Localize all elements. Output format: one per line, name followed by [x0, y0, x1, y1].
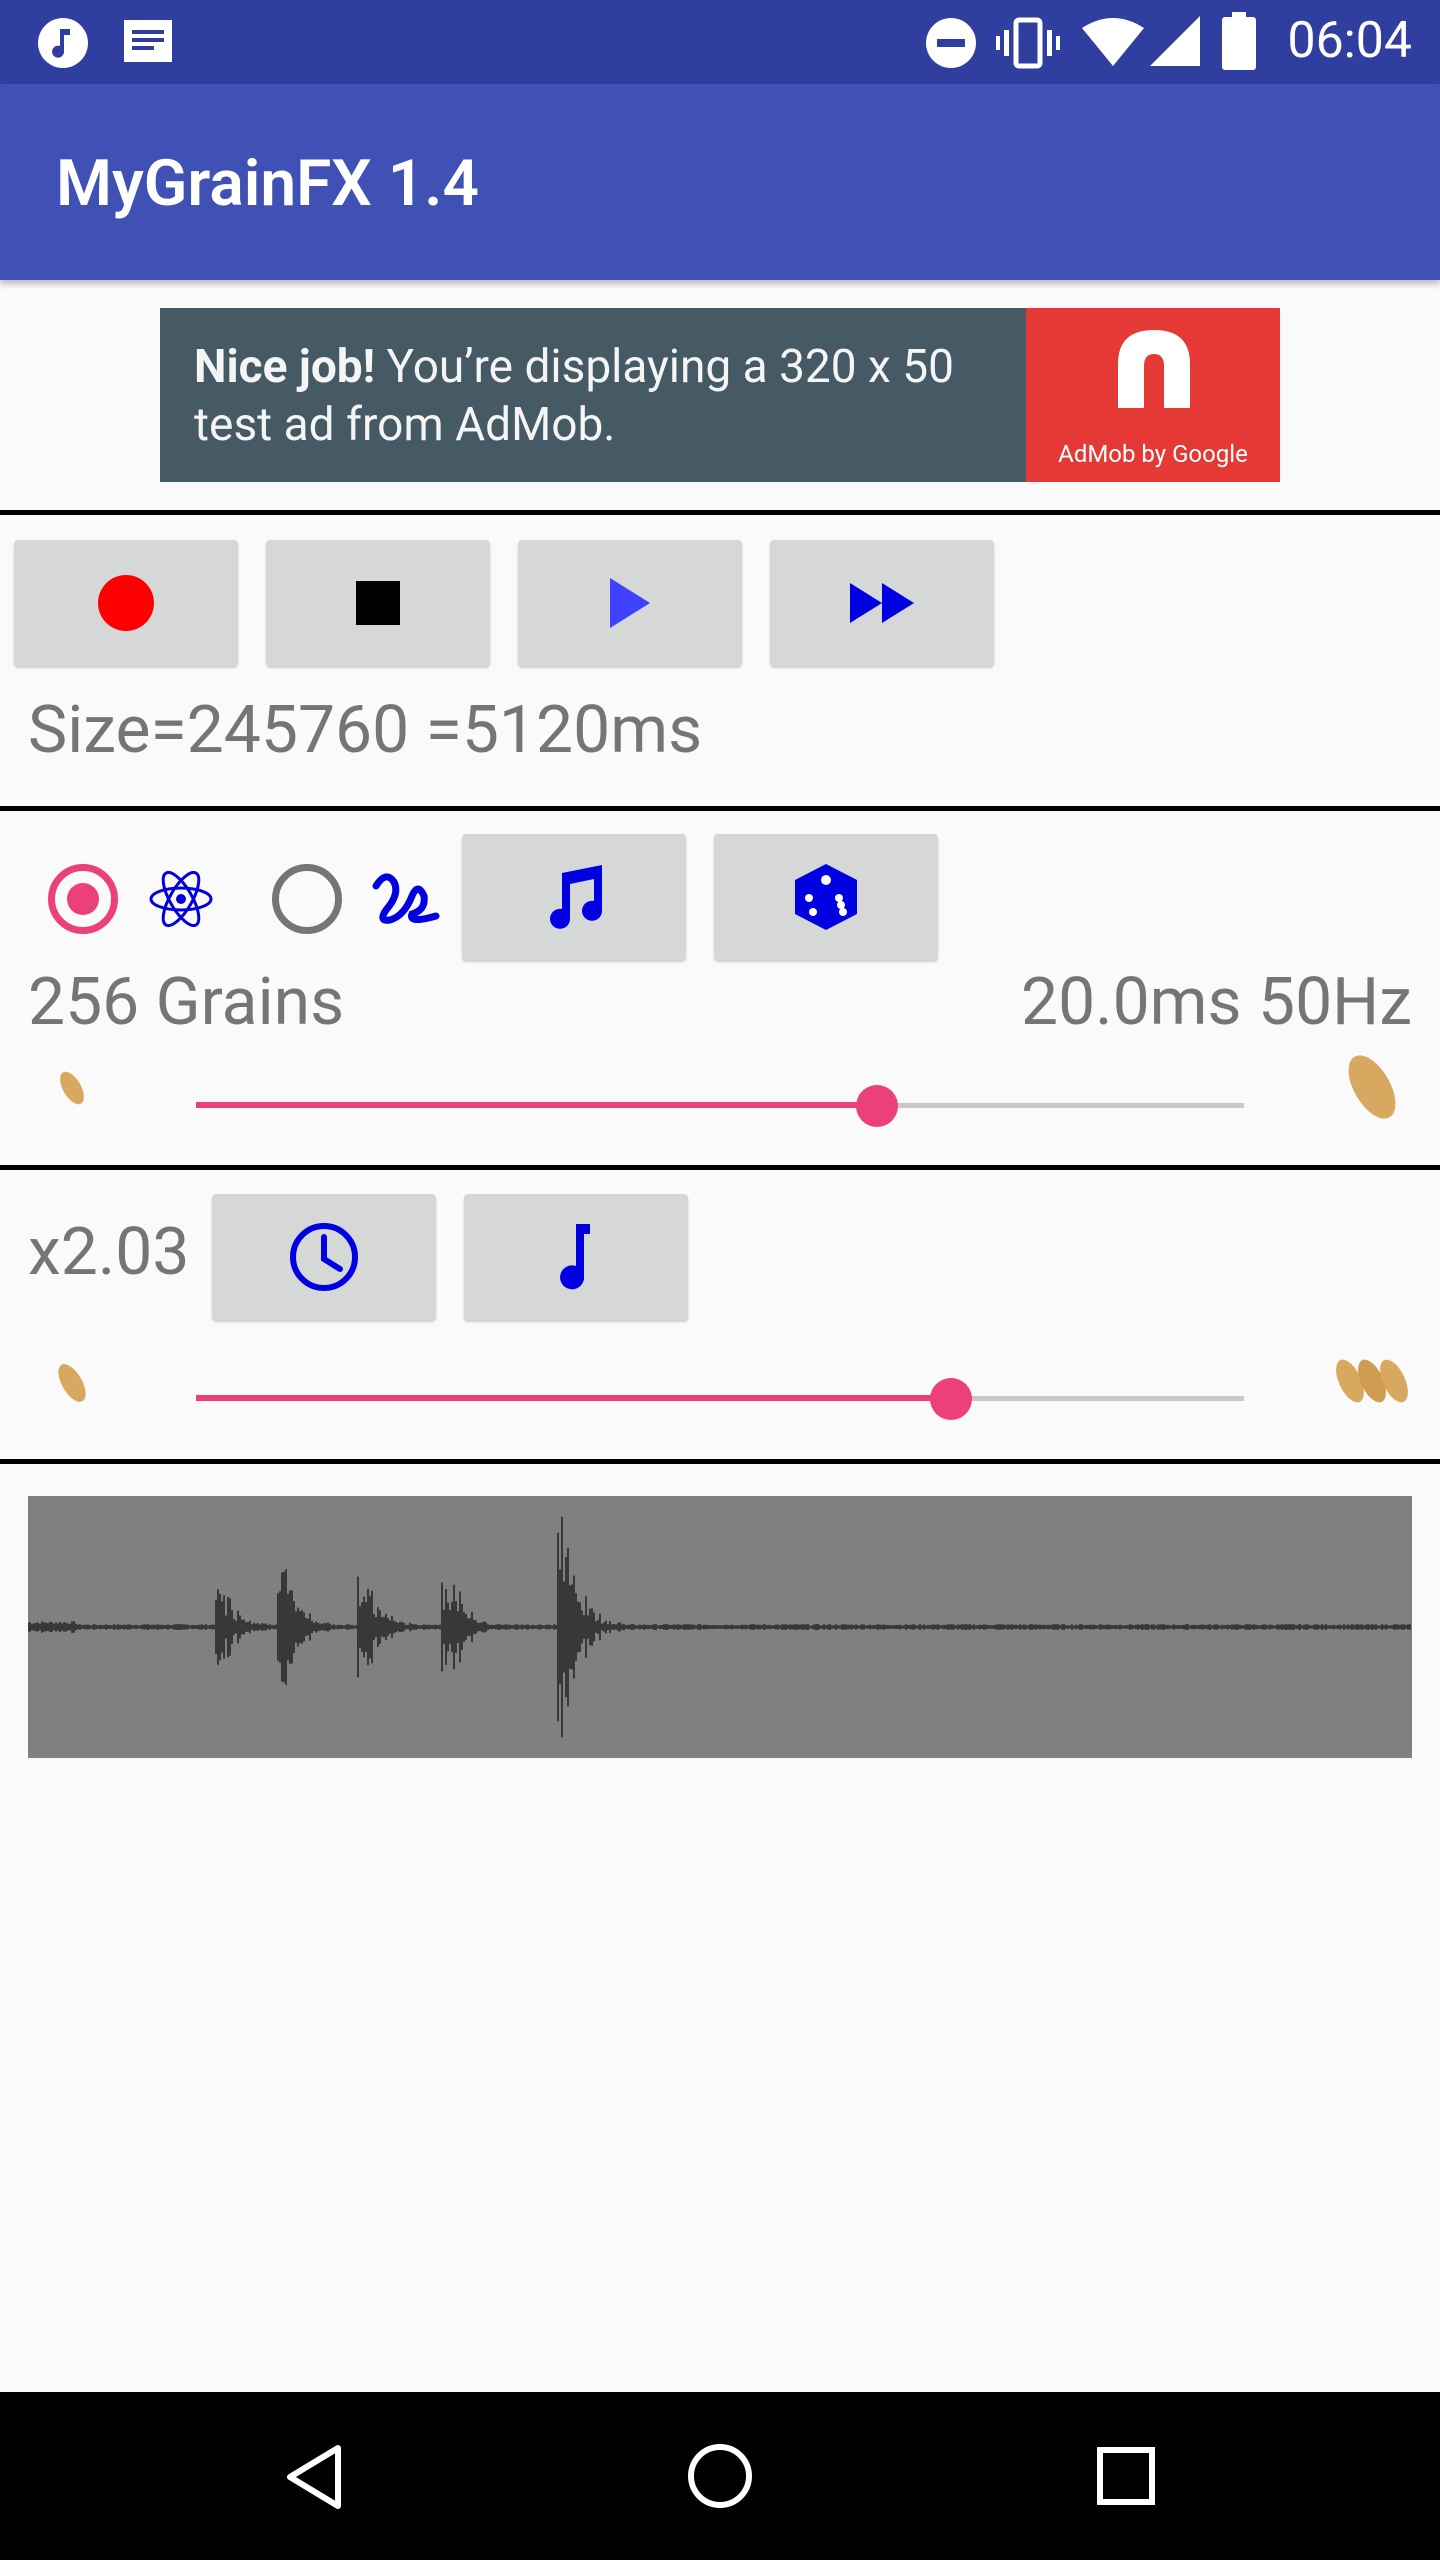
- status-bar: 06:04: [0, 0, 1440, 84]
- vibrate-icon: [996, 17, 1060, 69]
- music-note-icon: [38, 18, 88, 68]
- music-note-button[interactable]: [464, 1194, 688, 1320]
- music-notes-button[interactable]: [462, 834, 686, 960]
- section-divider: [0, 1165, 1440, 1170]
- section-divider: [0, 510, 1440, 515]
- fast-forward-button[interactable]: [770, 540, 994, 666]
- atom-mode-radio[interactable]: [48, 864, 118, 934]
- waveform-path: [27, 1516, 1411, 1738]
- record-button[interactable]: [14, 540, 238, 666]
- waveform-view[interactable]: [27, 1496, 1412, 1758]
- grain-duration-label: 20.0ms 50Hz: [1020, 964, 1412, 1041]
- app-bar: MyGrainFX 1.4: [0, 84, 1440, 280]
- signal-icon: [1150, 16, 1200, 66]
- stop-icon: [356, 581, 400, 625]
- fast-forward-icon: [850, 583, 914, 623]
- speed-slider-fill: [196, 1395, 951, 1401]
- ad-logo: AdMob by Google: [1026, 308, 1280, 482]
- message-icon: [124, 20, 172, 62]
- navigation-bar: [0, 2392, 1440, 2560]
- waveform-graphic: [27, 1516, 1411, 1738]
- ad-headline: Nice job! You’re displaying a 320 x 50 t…: [194, 338, 994, 454]
- wifi-icon: [1082, 18, 1144, 66]
- play-button[interactable]: [518, 540, 742, 666]
- clock-button[interactable]: [212, 1194, 436, 1320]
- ad-banner[interactable]: Nice job! You’re displaying a 320 x 50 t…: [160, 308, 1280, 482]
- small-grain-icon: [60, 1071, 84, 1105]
- small-grain-icon: [58, 1364, 86, 1402]
- battery-icon: [1222, 12, 1256, 70]
- section-divider: [0, 806, 1440, 811]
- grain-size-slider-thumb[interactable]: [856, 1085, 899, 1127]
- clock-icon: [290, 1223, 358, 1291]
- ad-brand-caption: AdMob by Google: [1058, 440, 1248, 468]
- squiggle-icon: [372, 873, 440, 924]
- dice-button[interactable]: [714, 834, 938, 960]
- squiggle-mode-radio[interactable]: [272, 864, 342, 934]
- music-note-icon: [560, 1224, 590, 1290]
- dice-icon: [795, 864, 857, 930]
- clock: 06:04: [1287, 12, 1412, 70]
- admob-logo-icon: [1118, 330, 1190, 408]
- record-icon: [98, 575, 154, 631]
- recents-icon[interactable]: [1096, 2446, 1156, 2506]
- music-notes-icon: [550, 865, 602, 929]
- stop-button[interactable]: [266, 540, 490, 666]
- section-divider: [0, 1459, 1440, 1464]
- back-icon[interactable]: [284, 2444, 344, 2510]
- atom-icon: [149, 870, 213, 928]
- do-not-disturb-icon: [926, 18, 976, 68]
- play-icon: [610, 578, 650, 628]
- app-title: MyGrainFX 1.4: [56, 146, 480, 221]
- speed-slider-thumb[interactable]: [929, 1378, 972, 1420]
- large-grain-icon: [1348, 1055, 1396, 1119]
- many-grains-icon: [1336, 1359, 1408, 1403]
- grain-count-label: 256 Grains: [28, 964, 345, 1041]
- speed-label: x2.03: [28, 1214, 190, 1291]
- home-icon[interactable]: [686, 2442, 754, 2510]
- grain-size-slider-fill: [196, 1102, 878, 1108]
- ad-headline-bold: Nice job!: [194, 340, 376, 394]
- size-label: Size=245760 =5120ms: [28, 692, 703, 769]
